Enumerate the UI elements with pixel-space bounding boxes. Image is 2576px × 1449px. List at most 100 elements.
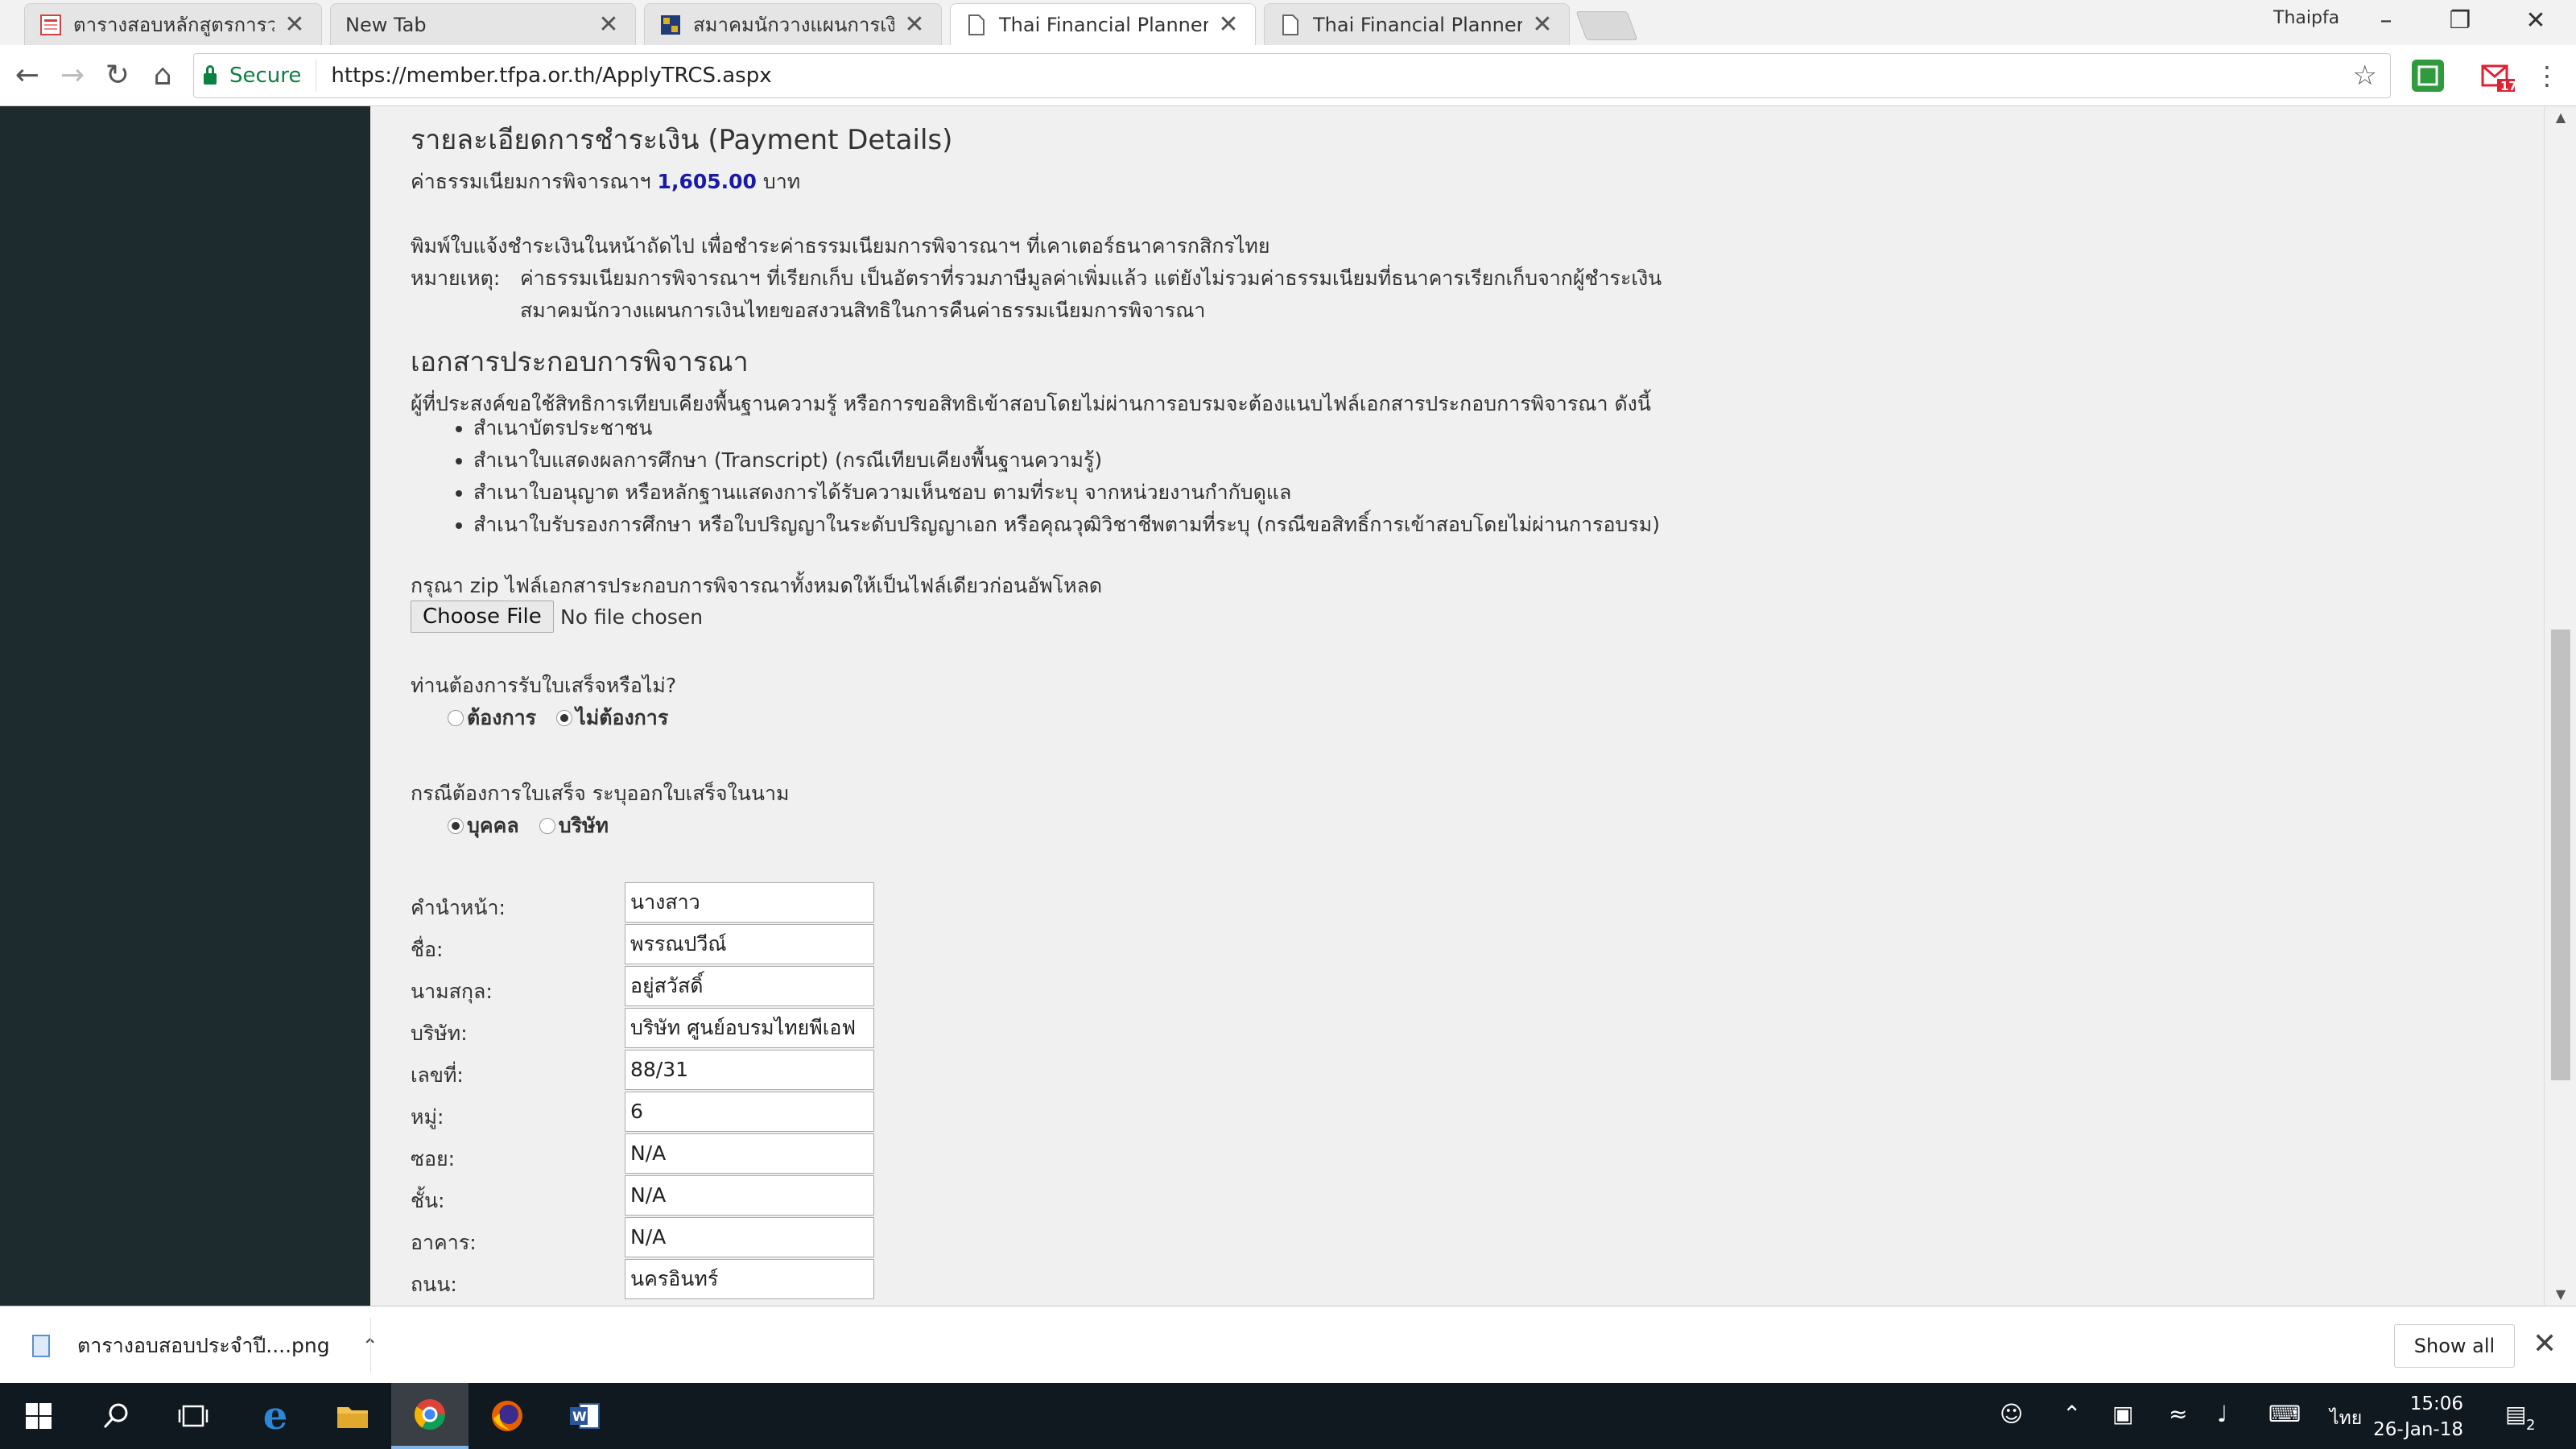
task-view-icon[interactable] (155, 1383, 232, 1449)
profile-name[interactable]: Thaipfa (2273, 8, 2339, 28)
close-window-icon[interactable]: ✕ (2500, 3, 2571, 39)
house-number-field[interactable]: 88/31 (625, 1050, 874, 1090)
windows-taskbar: e W ☺ ⌃ ▣ ≈ ♩ ⌨ ไทย 15:06 26-Jan-18 ▤ 2 (0, 1383, 2576, 1449)
minimize-icon[interactable]: – (2351, 3, 2421, 39)
tab-close-icon[interactable]: ✕ (283, 12, 307, 37)
new-tab-button[interactable] (1575, 11, 1638, 40)
search-icon[interactable] (77, 1383, 155, 1449)
file-explorer-icon[interactable] (314, 1383, 391, 1449)
soi-label: ซอย: (411, 1147, 456, 1170)
building-field[interactable]: N/A (625, 1217, 874, 1257)
receipt-no-label[interactable]: ไม่ต้องการ (576, 706, 668, 729)
back-icon[interactable]: ← (10, 58, 45, 93)
tab-close-icon[interactable]: ✕ (597, 12, 621, 37)
tab-3[interactable]: สมาคมนักวางแผนการเงินไทย ✕ (644, 3, 942, 45)
form-row-lastname: นามสกุล: อยู่สวัสดิ์ (411, 966, 974, 1008)
documents-heading: เอกสารประกอบการพิจารณา (411, 346, 749, 378)
url-text[interactable]: https://member.tfpa.or.th/ApplyTRCS.aspx (316, 64, 2352, 88)
road-field[interactable]: นครอินทร์ (625, 1259, 874, 1299)
person-label[interactable]: บุคคล (467, 814, 519, 837)
receipt-question: ท่านต้องการรับใบเสร็จหรือไม่? (411, 674, 677, 697)
receipt-yes-radio[interactable] (448, 710, 464, 726)
page-icon (965, 14, 988, 36)
floor-field[interactable]: N/A (625, 1175, 874, 1216)
menu-icon[interactable]: ⋮ (2529, 58, 2565, 93)
scroll-up-icon[interactable]: ▲ (2551, 109, 2570, 125)
village-field[interactable]: 6 (625, 1092, 874, 1132)
list-item: สำเนาบัตรประชาชน (473, 412, 1660, 444)
image-file-icon (32, 1335, 50, 1357)
tab-4-active[interactable]: Thai Financial Planners A ✕ (950, 3, 1256, 45)
tab-close-icon[interactable]: ✕ (1216, 12, 1241, 37)
system-clock[interactable]: 15:06 26-Jan-18 (2367, 1391, 2463, 1443)
start-icon[interactable] (0, 1383, 77, 1449)
fee-unit: บาท (762, 170, 801, 193)
soi-field[interactable]: N/A (625, 1133, 874, 1174)
tab-close-icon[interactable]: ✕ (902, 12, 927, 37)
battery-icon[interactable]: ▣ (2112, 1401, 2133, 1427)
lock-icon (204, 65, 217, 85)
firstname-field[interactable]: พรรณปวีณ์ (625, 924, 874, 964)
notification-count: 2 (2526, 1417, 2536, 1434)
company-label: บริษัท: (411, 1022, 468, 1045)
company-field[interactable]: บริษัท ศูนย์อบรมไทยพีเอฟ (625, 1008, 874, 1048)
tab-close-icon[interactable]: ✕ (1530, 12, 1554, 37)
vertical-scrollbar[interactable]: ▲ ▼ (2544, 106, 2576, 1306)
close-download-bar-icon[interactable]: ✕ (2533, 1327, 2557, 1360)
receipt-no-radio[interactable] (556, 710, 573, 726)
person-radio[interactable] (448, 818, 464, 834)
list-item: สำเนาใบแสดงผลการศึกษา (Transcript) (กรณี… (473, 444, 1660, 477)
payment-instruction: พิมพ์ใบแจ้งชำระเงินในหน้าถัดไป เพื่อชำระ… (411, 234, 1270, 258)
form-row-house-number: เลขที่: 88/31 (411, 1050, 974, 1092)
address-bar[interactable]: Secure https://member.tfpa.or.th/ApplyTR… (193, 53, 2391, 98)
bookmark-star-icon[interactable]: ☆ (2353, 60, 2390, 92)
show-all-button[interactable]: Show all (2394, 1324, 2515, 1368)
home-icon[interactable]: ⌂ (145, 58, 180, 93)
image-favicon-icon (39, 14, 62, 36)
extension-icon[interactable] (2412, 60, 2444, 92)
scroll-down-icon[interactable]: ▼ (2551, 1286, 2570, 1302)
restore-icon[interactable]: ❐ (2425, 3, 2496, 39)
chevron-up-icon[interactable]: ⌃ (2062, 1401, 2081, 1427)
chrome-icon[interactable] (391, 1383, 469, 1449)
secure-indicator[interactable]: Secure (194, 60, 317, 92)
download-file-name[interactable]: ตารางอบสอบประจำปี....png (77, 1330, 330, 1362)
payment-heading: รายละเอียดการชำระเงิน (Payment Details) (411, 124, 953, 156)
fee-line: ค่าธรรมเนียมการพิจารณาฯ 1,605.00 บาท (411, 166, 800, 198)
road-label: ถนน: (411, 1273, 457, 1296)
people-icon[interactable]: ☺ (2000, 1401, 2023, 1427)
notifications-icon[interactable]: ▤ (2505, 1401, 2526, 1427)
receipt-yes-label[interactable]: ต้องการ (467, 706, 536, 729)
tab-1[interactable]: ตารางสอบหลักสูตรการวางแผน ✕ (24, 3, 322, 45)
clock-time: 15:06 (2409, 1393, 2463, 1414)
download-item[interactable]: ตารางอบสอบประจำปี....png ⌃ (32, 1326, 378, 1366)
scrollbar-thumb[interactable] (2551, 630, 2570, 1080)
reload-icon[interactable]: ↻ (100, 58, 135, 93)
receipt-radio-group: ต้องการ ไม่ต้องการ (448, 702, 684, 734)
secure-label: Secure (229, 64, 302, 88)
choose-file-button[interactable]: Choose File (411, 601, 554, 633)
edge-icon[interactable]: e (237, 1383, 314, 1449)
svg-text:W: W (572, 1409, 587, 1424)
language-indicator[interactable]: ไทย (2330, 1404, 2362, 1433)
page-icon (1279, 14, 1302, 36)
village-label: หมู่: (411, 1105, 444, 1129)
gmail-icon[interactable]: 17 (2479, 60, 2517, 93)
title-field[interactable]: นางสาว (625, 882, 874, 923)
forward-icon[interactable]: → (55, 58, 90, 93)
note-line-2: สมาคมนักวางแผนการเงินไทยขอสงวนสิทธิในการ… (520, 299, 1206, 322)
company-label[interactable]: บริษัท (559, 814, 609, 837)
tab-2[interactable]: New Tab ✕ (330, 3, 636, 45)
fee-prefix: ค่าธรรมเนียมการพิจารณาฯ (411, 170, 651, 193)
tab-title: Thai Financial Planners A (1313, 13, 1522, 36)
wifi-icon[interactable]: ≈ (2169, 1401, 2187, 1427)
lastname-field[interactable]: อยู่สวัสดิ์ (625, 966, 874, 1006)
word-icon[interactable]: W (546, 1383, 623, 1449)
list-item: สำเนาใบอนุญาต หรือหลักฐานแสดงการได้รับคว… (473, 477, 1660, 509)
tab-5[interactable]: Thai Financial Planners A ✕ (1264, 3, 1570, 45)
keyboard-icon[interactable]: ⌨ (2268, 1401, 2301, 1427)
company-radio[interactable] (539, 818, 555, 834)
volume-icon[interactable]: ♩ (2217, 1401, 2227, 1427)
download-bar: ตารางอบสอบประจำปี....png ⌃ Show all ✕ (0, 1306, 2576, 1383)
firefox-icon[interactable] (469, 1383, 546, 1449)
